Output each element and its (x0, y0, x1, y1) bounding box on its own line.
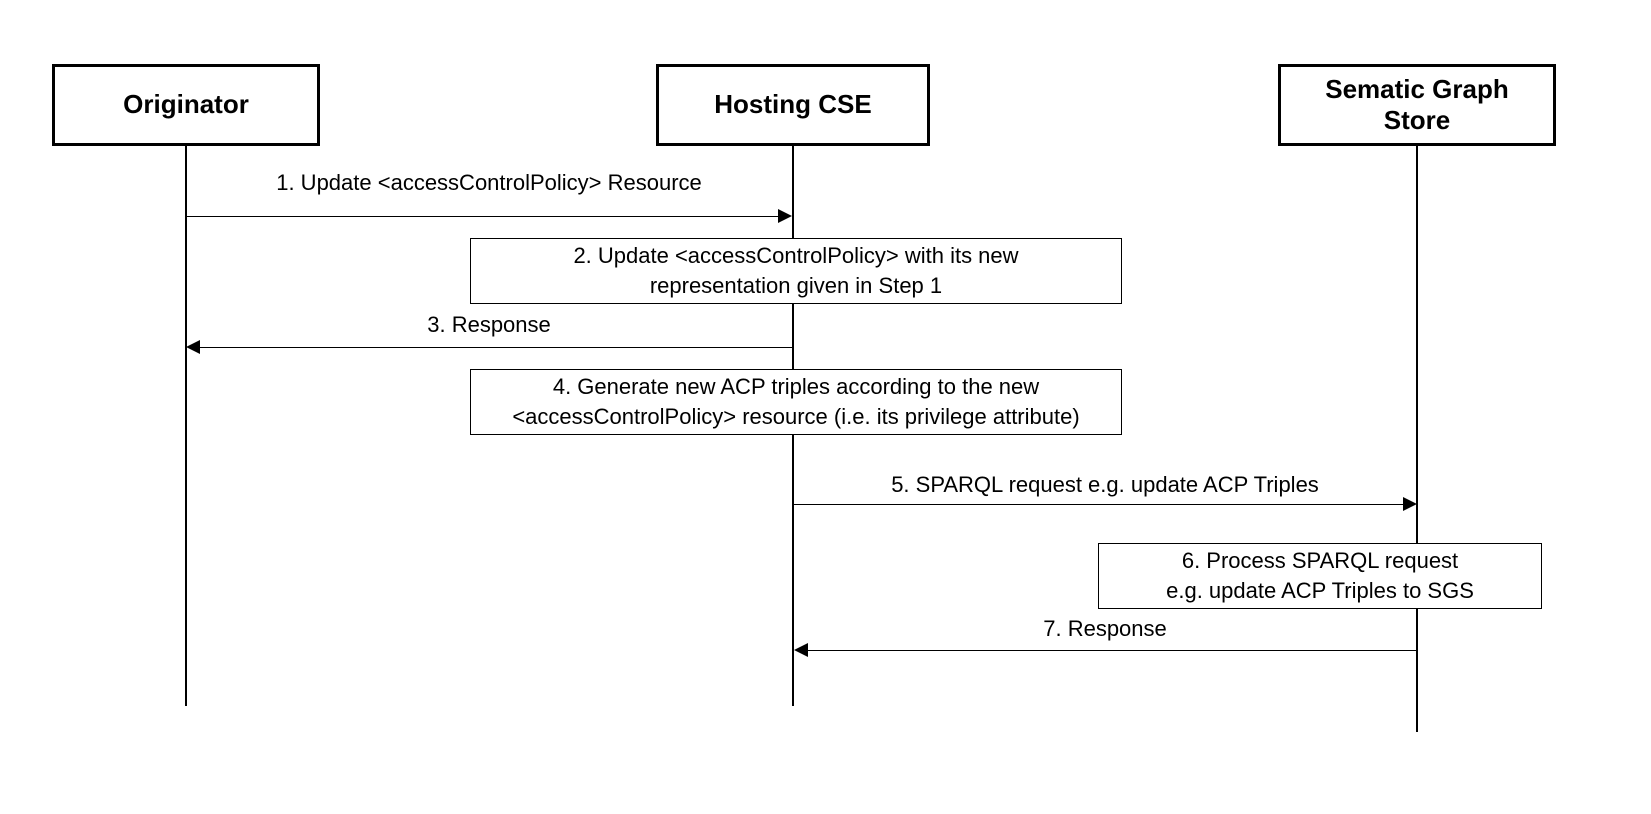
actor-hosting-cse: Hosting CSE (656, 64, 930, 146)
actor-label: Sematic Graph Store (1325, 74, 1509, 136)
message-5-arrow (794, 504, 1404, 505)
message-4-box: 4. Generate new ACP triples according to… (470, 369, 1122, 435)
lifeline-originator (185, 146, 187, 706)
message-3-arrowhead (186, 340, 200, 354)
message-2-label: 2. Update <accessControlPolicy> with its… (573, 241, 1018, 300)
message-6-label: 6. Process SPARQL request e.g. update AC… (1166, 546, 1474, 605)
message-5-arrowhead (1403, 497, 1417, 511)
message-3-arrow (200, 347, 792, 348)
actor-label: Hosting CSE (714, 89, 871, 120)
actor-originator: Originator (52, 64, 320, 146)
sequence-diagram: Originator Hosting CSE Sematic Graph Sto… (20, 20, 1651, 794)
message-1-arrowhead (778, 209, 792, 223)
message-1-arrow (187, 216, 779, 217)
lifeline-semantic-store (1416, 146, 1418, 732)
message-2-box: 2. Update <accessControlPolicy> with its… (470, 238, 1122, 304)
message-1-label: 1. Update <accessControlPolicy> Resource (186, 170, 792, 196)
message-7-arrow (808, 650, 1416, 651)
actor-semantic-store: Sematic Graph Store (1278, 64, 1556, 146)
message-5-label: 5. SPARQL request e.g. update ACP Triple… (794, 472, 1416, 498)
message-3-label: 3. Response (186, 312, 792, 338)
message-7-arrowhead (794, 643, 808, 657)
message-7-label: 7. Response (794, 616, 1416, 642)
actor-label: Originator (123, 89, 249, 120)
message-6-box: 6. Process SPARQL request e.g. update AC… (1098, 543, 1542, 609)
message-4-label: 4. Generate new ACP triples according to… (512, 372, 1079, 431)
